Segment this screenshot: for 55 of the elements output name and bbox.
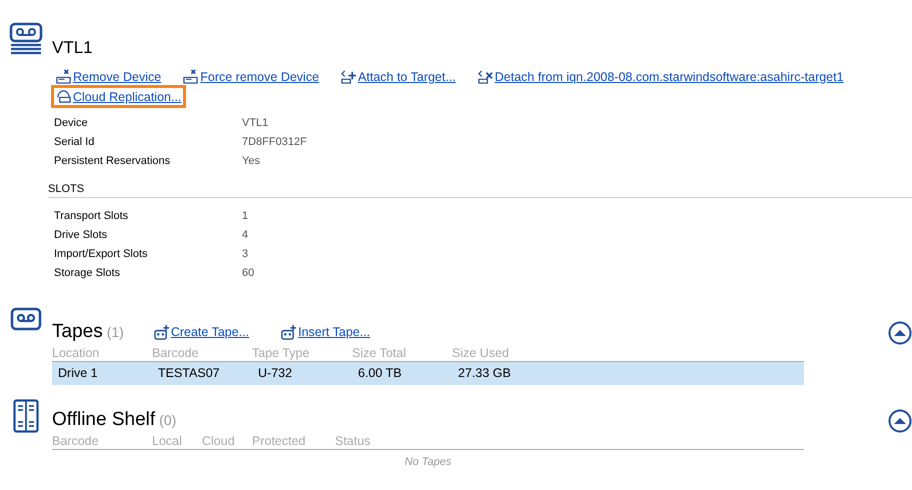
empty-message: No Tapes — [404, 456, 452, 468]
column-header: Tape Type — [252, 345, 310, 361]
property-value: Yes — [242, 155, 261, 167]
section-title: Tapes — [52, 321, 103, 342]
table-cell[interactable]: 27.33 GB — [452, 362, 804, 385]
property-label: Import/Export Slots — [54, 248, 149, 260]
property-label: Persistent Reservations — [54, 155, 172, 167]
column-header: Size Total — [352, 345, 407, 361]
action-link[interactable]: Create Tape... — [148, 320, 254, 344]
property-value: 7D8FF0312F — [242, 136, 308, 148]
table-cell[interactable]: Drive 1 — [52, 362, 152, 385]
action-link[interactable]: Attach to Target... — [336, 65, 461, 88]
device-remove-icon — [56, 69, 71, 84]
device-plus-icon — [341, 69, 356, 84]
table-cell[interactable]: U-732 — [252, 362, 352, 385]
action-link[interactable]: Force remove Device — [178, 65, 324, 88]
device-title: VTL1 — [52, 38, 94, 58]
column-header: Barcode — [52, 433, 100, 449]
tape-icon — [10, 307, 42, 331]
column-header: Barcode — [152, 345, 200, 361]
collapse-button[interactable] — [888, 409, 912, 433]
property-label: Drive Slots — [54, 229, 108, 241]
tape-plus-icon — [281, 324, 296, 340]
property-label: Transport Slots — [54, 210, 130, 222]
action-link[interactable]: Insert Tape... — [276, 320, 376, 344]
column-header: Location — [52, 345, 100, 361]
property-value: 60 — [242, 267, 256, 279]
table-cell[interactable]: 6.00 TB — [352, 362, 452, 385]
property-value: 4 — [242, 229, 250, 241]
property-label: Device — [54, 117, 89, 129]
tape-count: (0) — [159, 412, 176, 428]
action-link[interactable]: Remove Device — [51, 65, 166, 88]
column-header: Cloud — [202, 433, 236, 449]
action-link[interactable]: Cloud Replication... — [51, 85, 186, 108]
collapse-button[interactable] — [888, 321, 912, 345]
property-label: Serial Id — [54, 136, 96, 148]
tape-count: (1) — [106, 324, 124, 340]
tape-plus-icon — [154, 324, 169, 340]
shelf-icon — [13, 399, 39, 433]
property-value: VTL1 — [242, 117, 270, 129]
cloud-drive-icon — [56, 89, 71, 104]
column-header: Protected — [252, 433, 307, 449]
device-remove-icon — [183, 69, 198, 84]
section-title: Offline Shelf — [52, 409, 156, 430]
action-link[interactable]: Detach from iqn.2008-08.com.starwindsoftware:asahirc-target1 — [472, 65, 849, 88]
tape-library-icon — [9, 22, 43, 56]
column-header: Status — [335, 433, 372, 449]
property-label: Storage Slots — [54, 267, 122, 279]
property-value: 1 — [242, 210, 250, 222]
column-header: Size Used — [452, 345, 510, 361]
device-remove-icon — [478, 69, 493, 84]
property-value: 3 — [242, 248, 250, 260]
column-header: Local — [152, 433, 183, 449]
table-cell[interactable]: TESTAS07 — [152, 362, 252, 385]
section-heading: SLOTS — [48, 183, 912, 198]
